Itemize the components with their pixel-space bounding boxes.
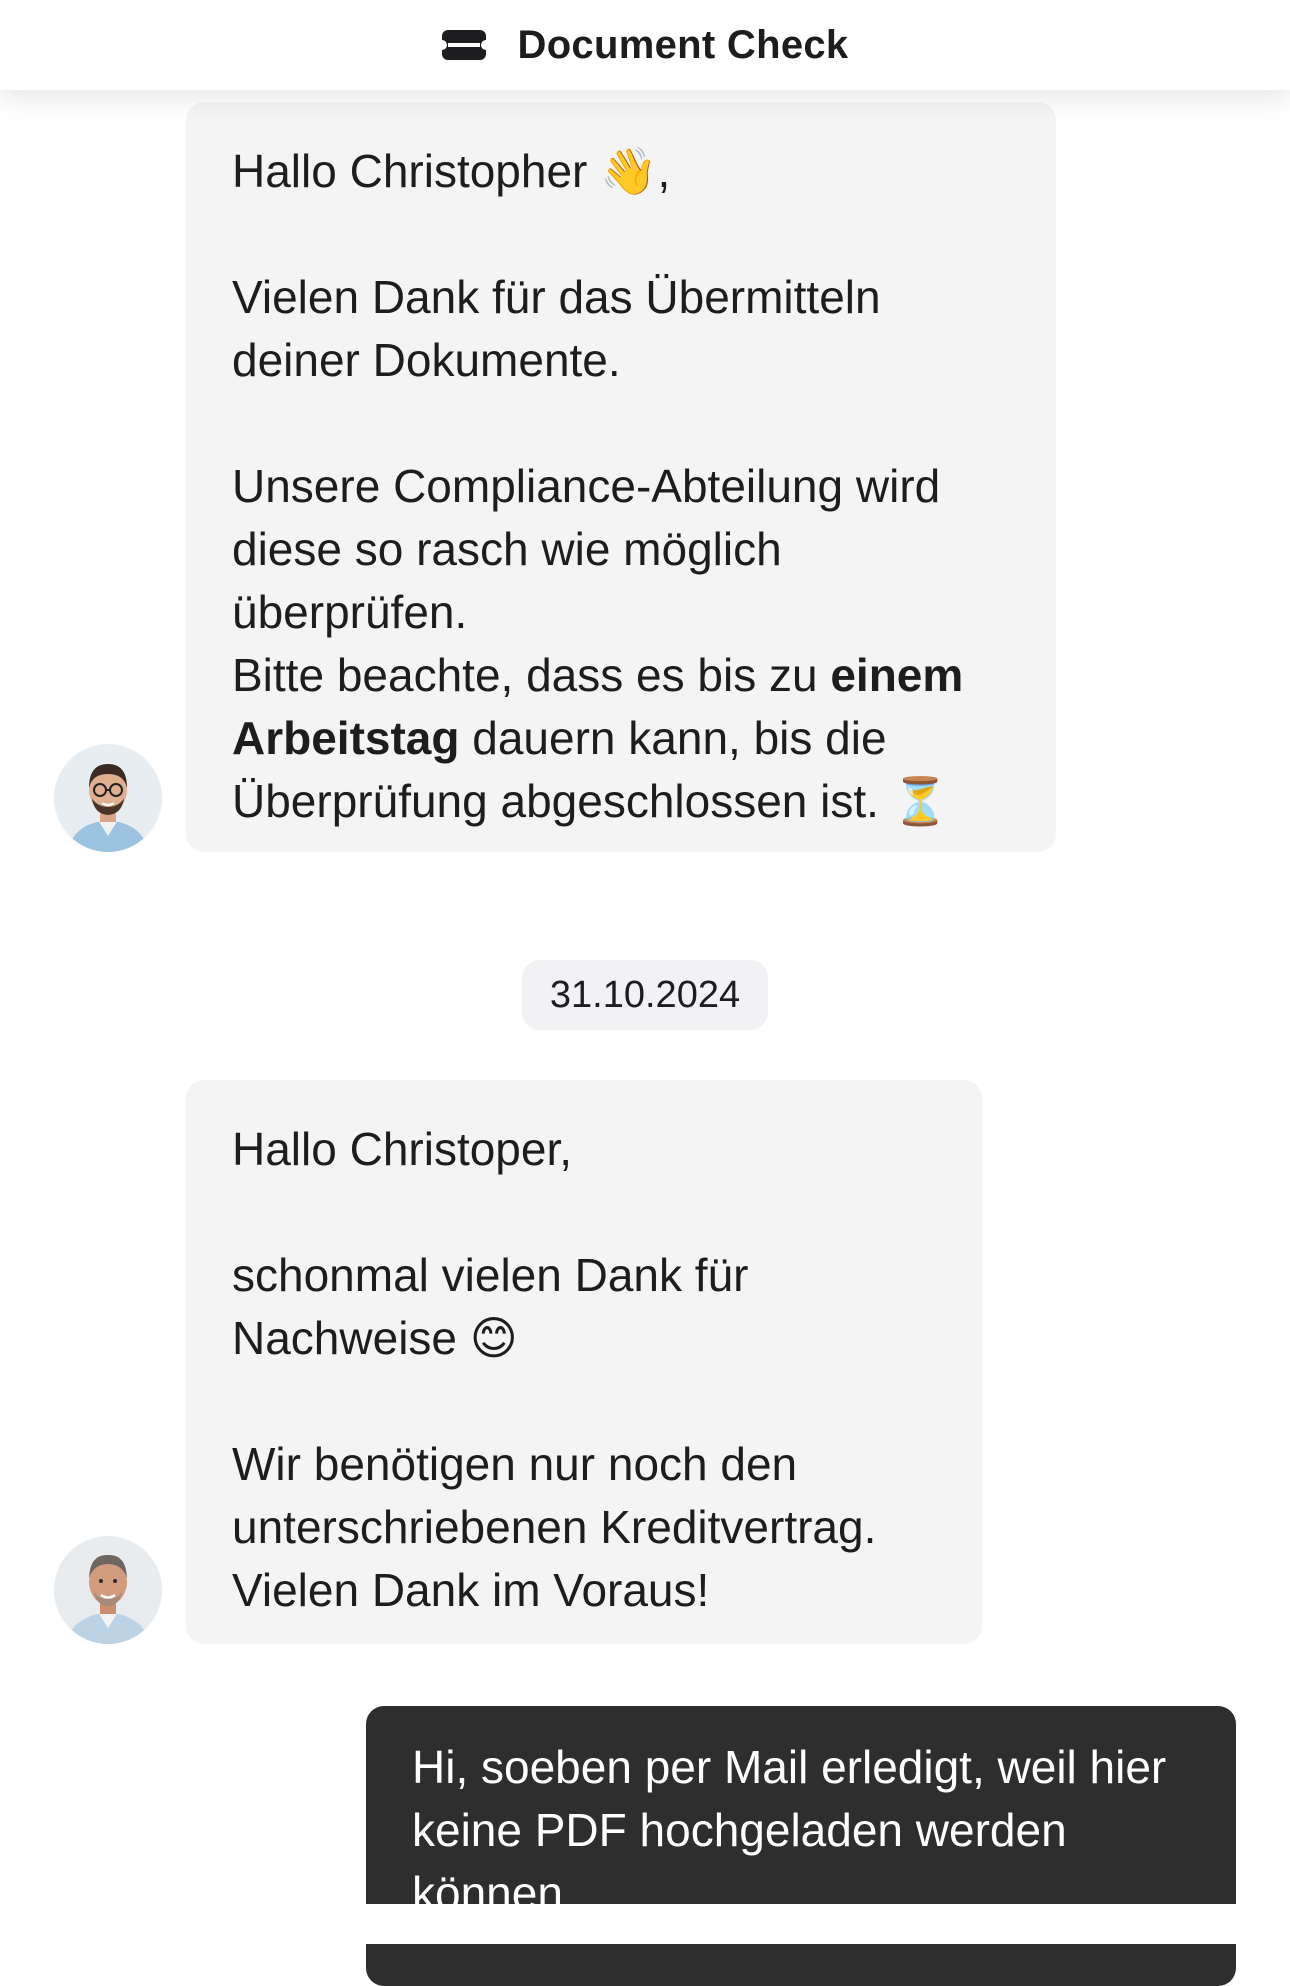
message-greeting: Hallo Christopher 👋,	[232, 144, 671, 198]
message-paragraph: Vielen Dank im Voraus!	[232, 1564, 710, 1616]
message-paragraph: Bitte beachte, dass es bis zu einem Arbe…	[232, 649, 964, 828]
ticket-icon	[441, 30, 486, 60]
smiling-face-icon: 😊	[469, 1311, 518, 1365]
message-bubble: Hallo Christoper, schonmal vielen Dank f…	[186, 1080, 982, 1644]
app-header: Document Check	[0, 0, 1290, 90]
message-text: Hi, soeben per Mail erledigt, weil hier …	[412, 1741, 1167, 1919]
message-bubble: Hallo Christopher 👋, Vielen Dank für das…	[186, 102, 1056, 852]
message-greeting: Hallo Christoper,	[232, 1123, 573, 1175]
avatar-person-glasses-icon	[54, 744, 162, 852]
waving-hand-icon: 👋	[600, 144, 658, 198]
agent-avatar	[54, 744, 162, 852]
avatar-person-gray-hair-icon	[54, 1536, 162, 1644]
message-paragraph: schonmal vielen Dank für Nachweise 😊	[232, 1249, 749, 1365]
message-paragraph: Vielen Dank für das Übermitteln deiner D…	[232, 271, 881, 386]
date-separator: 31.10.2024	[522, 960, 768, 1030]
agent-avatar	[54, 1536, 162, 1644]
bottom-edge	[0, 1904, 1290, 1944]
hourglass-icon: ⏳	[891, 774, 950, 828]
page-title: Document Check	[517, 22, 849, 67]
message-bubble-outgoing: Hi, soeben per Mail erledigt, weil hier …	[366, 1706, 1236, 1986]
message-paragraph: Wir benötigen nur noch den unterschriebe…	[232, 1438, 877, 1553]
message-paragraph: Unsere Compliance-Abteilung wird diese s…	[232, 460, 941, 638]
